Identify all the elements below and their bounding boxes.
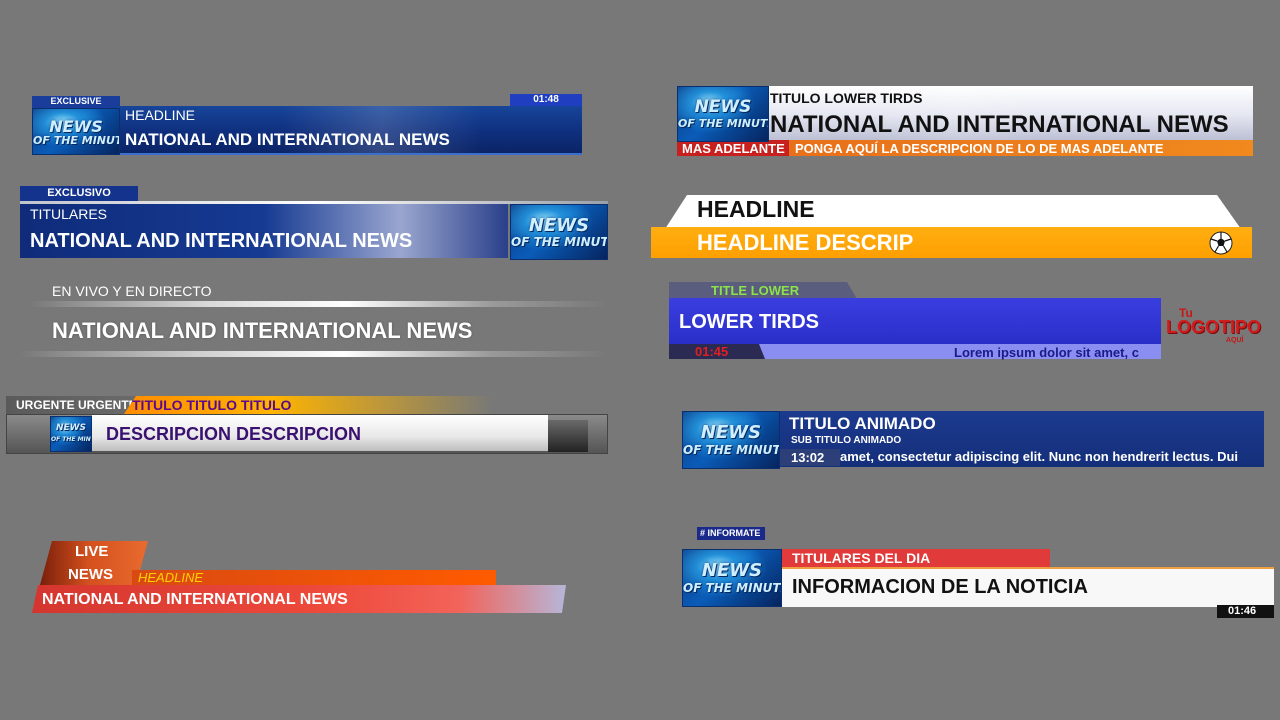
headline-text: HEADLINE — [138, 570, 204, 585]
exclusive-tag-text: EXCLUSIVE — [50, 96, 102, 106]
time-text: 13:02 — [791, 450, 825, 465]
mas-adelante-text: MAS ADELANTE — [682, 141, 785, 156]
subtitle-text: SUB TITULO ANIMADO — [791, 435, 902, 446]
news-logo: NEWS OF THE MINUTE — [32, 108, 120, 155]
lower-third-en-vivo: EN VIVO Y EN DIRECTO NATIONAL AND INTERN… — [20, 282, 608, 360]
informate-text: # INFORMATE — [700, 528, 761, 538]
news-logo: NEWS OF THE MINUTE — [677, 86, 769, 142]
titulares-text: TITULARES DEL DIA — [792, 550, 931, 566]
lower-third-mas-adelante: TITULO LOWER TIRDS NATIONAL AND INTERNAT… — [677, 86, 1253, 158]
title-text: LOWER TIRDS — [679, 311, 819, 333]
news-logo: NEWS OF THE MINUTE — [682, 549, 782, 607]
silver-line-bottom — [20, 351, 608, 357]
ticker-text: amet, consectetur adipiscing elit. Nunc … — [840, 449, 1239, 464]
title-lower-text: TITLE LOWER — [711, 283, 800, 298]
description-text: PONGA AQUÍ LA DESCRIPCION DE LO DE MAS A… — [795, 141, 1164, 156]
description-text: HEADLINE DESCRIP — [697, 230, 914, 255]
live-text: LIVE — [75, 543, 109, 560]
lower-third-exclusivo: EXCLUSIVO TITULARES NATIONAL AND INTERNA… — [20, 186, 608, 260]
title-text: TITULO TITULO TITULO — [132, 397, 292, 413]
ticker-text: Lorem ipsum dolor sit amet, c — [954, 345, 1139, 360]
silver-line-top — [30, 301, 608, 307]
lower-third-exclusive: EXCLUSIVE 01:48 HEADLINE NATIONAL AND IN… — [32, 94, 584, 156]
news-logo: NEWS OF THE MINUTE — [682, 411, 780, 469]
title-text: NATIONAL AND INTERNATIONAL NEWS — [770, 111, 1229, 138]
description-text: DESCRIPCION DESCRIPCION — [106, 424, 362, 444]
lower-third-informate: # INFORMATE TITULARES DEL DIA INFORMACIO… — [682, 527, 1276, 621]
news-logo: NEWS OF THE MINUTE — [50, 416, 92, 452]
logo-sub-text: AQUÍ — [1226, 337, 1244, 344]
lower-third-titulo-animado: TITULO ANIMADO SUB TITULO ANIMADO 13:02 … — [682, 411, 1266, 469]
urgente-tag-text: URGENTE URGENTE — [16, 398, 137, 412]
title-text: NATIONAL AND INTERNATIONAL NEWS — [30, 230, 413, 252]
headline-text: TITULO LOWER TIRDS — [770, 90, 923, 106]
title-text: NATIONAL AND INTERNATIONAL NEWS — [52, 318, 473, 343]
title-text: TITULO ANIMADO — [789, 414, 936, 433]
headline-text: HEADLINE — [697, 196, 815, 222]
title-text: INFORMACION DE LA NOTICIA — [792, 576, 1088, 598]
title-text: NATIONAL AND INTERNATIONAL NEWS — [125, 130, 450, 149]
news-logo: NEWS OF THE MINUTE — [510, 204, 608, 260]
lower-third-lower-tirds: TITLE LOWER LOWER TIRDS 01:45 Lorem ipsu… — [669, 281, 1269, 361]
headline-text: EN VIVO Y EN DIRECTO — [52, 283, 212, 299]
title-text: NATIONAL AND INTERNATIONAL NEWS — [42, 591, 348, 608]
soccer-ball-icon — [1209, 231, 1233, 255]
time-text: 01:45 — [695, 344, 729, 359]
news-text: NEWS — [68, 566, 113, 583]
exclusivo-tag-text: EXCLUSIVO — [47, 187, 111, 199]
headline-text: HEADLINE — [125, 107, 196, 123]
headline-text: TITULARES — [30, 206, 108, 222]
lower-third-urgente: URGENTE URGENTE TITULO TITULO TITULO DES… — [6, 396, 608, 454]
logo-main-text: LOGOTIPO — [1166, 317, 1262, 337]
time-text: 01:46 — [1228, 605, 1257, 617]
time-text: 01:48 — [533, 94, 559, 105]
lower-third-headline-descrip: HEADLINE HEADLINE DESCRIP — [651, 193, 1252, 259]
lower-third-live-news: LIVE NEWS HEADLINE NATIONAL AND INTERNAT… — [32, 541, 566, 615]
